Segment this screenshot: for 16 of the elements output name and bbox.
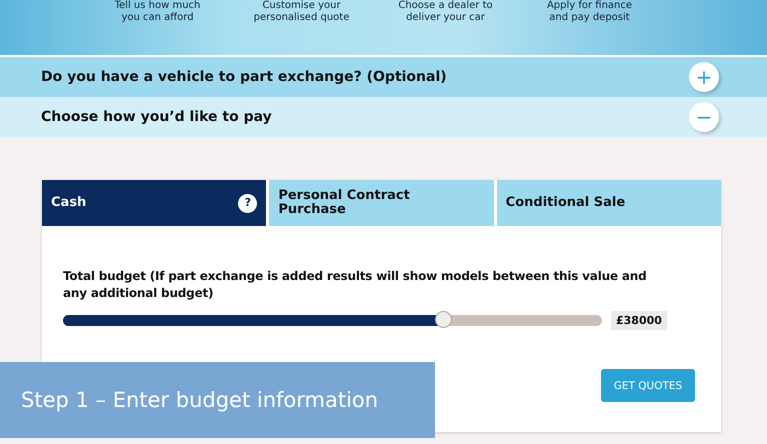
help-icon[interactable]: ? <box>238 194 258 212</box>
caption-text: Step 1 – Enter budget information <box>21 388 378 412</box>
payment-tab[interactable]: Personal Contract Purchase <box>269 180 494 226</box>
accordion-header[interactable]: Choose how you’d like to pay − <box>0 97 767 137</box>
step-text: Tell us how much you can afford <box>114 0 202 25</box>
section-title: Choose how you’d like to pay <box>41 109 272 125</box>
step-text: Apply for finance and pay deposit <box>546 0 634 25</box>
payment-tab[interactable]: Conditional Sale <box>496 180 721 226</box>
payment-tab[interactable]: Cash ? <box>42 180 266 226</box>
step-text: Customise your personalised quote <box>252 0 350 25</box>
budget-value: £38000 <box>611 311 667 330</box>
section-title: Do you have a vehicle to part exchange? (Optional) <box>41 69 447 85</box>
slider-thumb[interactable] <box>435 311 452 328</box>
step-text: Choose a dealer to deliver your car <box>397 0 494 25</box>
accordion-header[interactable]: Do you have a vehicle to part exchange? (Optional) + <box>0 57 767 97</box>
budget-label: Total budget (If part exchange is added results will show models between this value and any additional budget) <box>63 268 648 302</box>
